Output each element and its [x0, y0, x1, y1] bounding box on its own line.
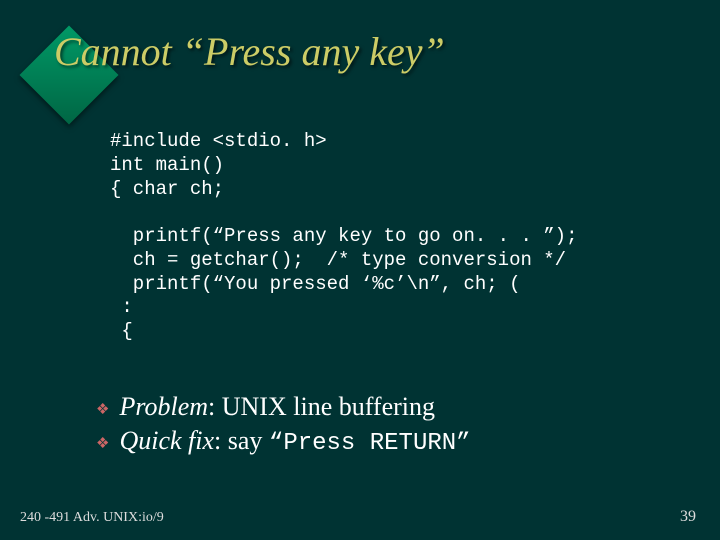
bullet-list: ❖ Problem: UNIX line buffering ❖ Quick f… [96, 392, 471, 461]
footer-left: 240 -491 Adv. UNIX:io/9 [20, 510, 164, 526]
list-item: ❖ Quick fix: say “Press RETURN” [96, 426, 471, 457]
bullet-rest: : say [214, 426, 269, 455]
code-line: : [110, 296, 133, 318]
bullet-text: Problem: UNIX line buffering [119, 392, 435, 422]
code-line: printf(“You pressed ‘%c’\n”, ch; ( [110, 273, 520, 295]
code-line: { char ch; [110, 178, 224, 200]
bullet-text: Quick fix: say “Press RETURN” [119, 426, 470, 457]
bullet-rest: : UNIX line buffering [208, 392, 435, 421]
diamond-bullet-icon: ❖ [96, 434, 109, 453]
code-line: ch = getchar(); /* type conversion */ [110, 249, 566, 271]
code-line: #include <stdio. h> [110, 130, 327, 152]
code-block: #include <stdio. h> int main() { char ch… [110, 130, 577, 344]
code-line: printf(“Press any key to go on. . . ”); [110, 225, 577, 247]
code-line: { [110, 320, 133, 342]
bullet-label: Quick fix [119, 426, 214, 455]
code-line: int main() [110, 154, 224, 176]
diamond-bullet-icon: ❖ [96, 400, 109, 419]
list-item: ❖ Problem: UNIX line buffering [96, 392, 471, 422]
slide-title: Cannot “Press any key” [54, 28, 445, 75]
bullet-label: Problem [119, 392, 208, 421]
bullet-mono: “Press RETURN” [269, 430, 471, 457]
page-number: 39 [680, 508, 696, 526]
